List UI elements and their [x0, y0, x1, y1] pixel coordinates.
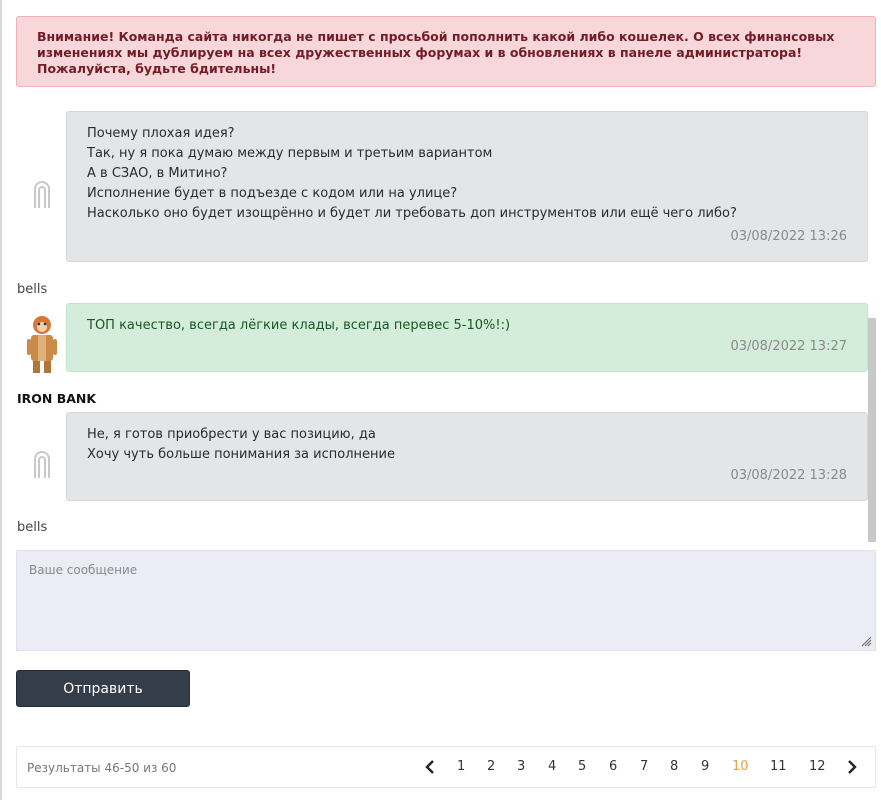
user-avatar [24, 432, 60, 496]
message-line: А в СЗАО, в Митино? [87, 166, 228, 181]
page-link-current[interactable]: 10 [732, 759, 749, 774]
message-composer [16, 550, 876, 651]
pagination: 1 2 3 4 5 6 7 8 9 10 11 12 [17, 747, 875, 787]
resize-grip-icon[interactable] [860, 635, 872, 647]
page-link[interactable]: 11 [770, 759, 787, 774]
warning-alert: Внимание! Команда сайта никогда не пишет… [16, 16, 876, 87]
message-timestamp: 03/08/2022 13:28 [730, 468, 847, 483]
placeholder-avatar-icon [34, 451, 50, 478]
message-line: Так, ну я пока думаю между первым и трет… [87, 146, 493, 161]
message-line: ТОП качество, всегда лёгкие клады, всегд… [87, 318, 511, 333]
page-link[interactable]: 3 [517, 759, 525, 774]
chevron-left-icon[interactable] [425, 760, 435, 774]
page-link[interactable]: 2 [487, 759, 495, 774]
page-link[interactable]: 6 [609, 759, 617, 774]
user-avatar [24, 162, 60, 226]
pagination-bar: Результаты 46-50 из 60 1 2 3 4 5 6 7 8 9… [16, 746, 876, 788]
cartoon-character-avatar [27, 316, 57, 373]
message-author: bells [17, 282, 48, 297]
page-link[interactable]: 4 [548, 759, 556, 774]
message-timestamp: 03/08/2022 13:26 [730, 229, 847, 244]
message-line: Исполнение будет в подъезде с кодом или … [87, 186, 458, 201]
message-bubble: Почему плохая идея? Так, ну я пока думаю… [66, 111, 868, 262]
message-bubble: Не, я готов приобрести у вас позицию, да… [66, 412, 868, 501]
page-left-border [0, 0, 2, 800]
seller-avatar [24, 312, 60, 376]
page-link[interactable]: 8 [670, 759, 678, 774]
warning-alert-text: Внимание! Команда сайта никогда не пишет… [37, 29, 835, 76]
page-link[interactable]: 1 [457, 759, 465, 774]
message-line: Насколько оно будет изощрённо и будет ли… [87, 206, 737, 221]
page-link[interactable]: 9 [701, 759, 709, 774]
message-line: Почему плохая идея? [87, 126, 235, 141]
chat-scrollbar[interactable] [868, 318, 876, 542]
message-bubble: ТОП качество, всегда лёгкие клады, всегд… [66, 303, 868, 372]
page-link[interactable]: 5 [578, 759, 586, 774]
message-line: Хочу чуть больше понимания за исполнение [87, 447, 395, 462]
message-author: IRON BANK [17, 391, 97, 406]
message-line: Не, я готов приобрести у вас позицию, да [87, 427, 376, 442]
placeholder-avatar-icon [34, 181, 50, 208]
message-author: bells [17, 520, 48, 535]
message-input[interactable] [17, 551, 875, 650]
message-timestamp: 03/08/2022 13:27 [730, 339, 847, 354]
page-link[interactable]: 12 [809, 759, 826, 774]
page-link[interactable]: 7 [640, 759, 648, 774]
send-button[interactable]: Отправить [16, 670, 190, 707]
chevron-right-icon[interactable] [847, 760, 857, 774]
